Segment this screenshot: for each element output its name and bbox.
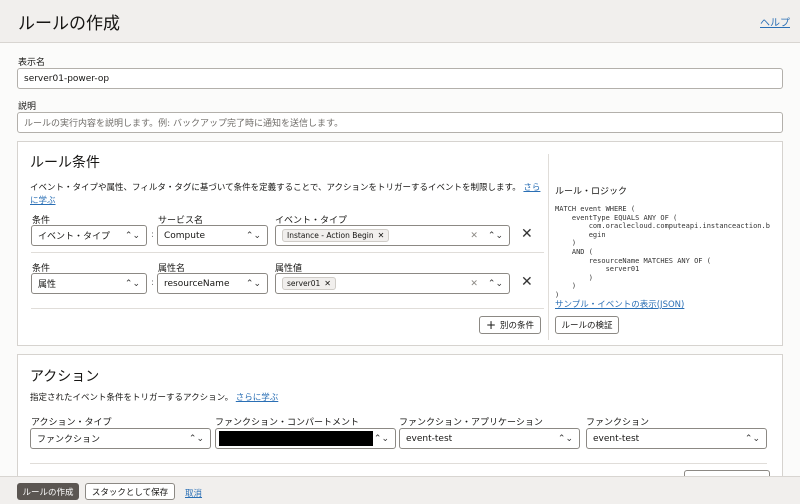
add-condition-button[interactable]: + 別の条件 — [479, 316, 541, 334]
function-application-label: ファンクション・アプリケーション — [399, 418, 543, 428]
rule-conditions-panel: ルール条件 イベント・タイプや属性、フィルタ・タグに基づいて条件を定義することで… — [17, 141, 783, 346]
function-compartment-label: ファンクション・コンパートメント — [215, 418, 360, 428]
save-as-stack-label: スタックとして保存 — [91, 487, 169, 498]
remove-tag-icon[interactable]: ✕ — [378, 231, 385, 240]
attribute-value-tag: server01 ✕ — [282, 277, 336, 290]
display-name-value: server01-power-op — [24, 73, 110, 84]
updown-chevron-icon: ⌃⌄ — [245, 230, 261, 241]
validate-rule-label: ルールの検証 — [561, 321, 613, 331]
learn-more-link[interactable]: さら — [523, 183, 540, 193]
actions-description-text: 指定されたイベント条件をトリガーするアクション。 — [30, 393, 234, 403]
logic-divider — [548, 154, 549, 340]
attribute-value-tag-label: server01 — [287, 279, 321, 288]
cancel-link[interactable]: 取消 — [185, 487, 202, 499]
service-name-select[interactable]: Compute ⌃⌄ — [157, 225, 268, 246]
row-divider — [30, 463, 767, 464]
condition-select-1-value: イベント・タイプ — [38, 232, 111, 242]
updown-chevron-icon: ⌃⌄ — [557, 433, 573, 444]
function-value: event-test — [593, 433, 640, 444]
updown-chevron-icon: ⌃⌄ — [188, 433, 204, 444]
description-label: 説明 — [18, 102, 37, 112]
remove-tag-icon[interactable]: ✕ — [324, 279, 331, 288]
actions-description: 指定されたイベント条件をトリガーするアクション。 さらに学ぶ — [30, 392, 278, 405]
row-divider — [31, 308, 544, 309]
remove-condition-2-icon[interactable]: ✕ — [521, 274, 533, 290]
page-header: ルールの作成 ヘルプ — [0, 0, 800, 43]
clear-icon[interactable]: ✕ — [470, 279, 478, 289]
rule-logic-title: ルール・ロジック — [555, 187, 628, 197]
actions-learn-more-link[interactable]: さらに学ぶ — [236, 393, 279, 403]
updown-chevron-icon: ⌃⌄ — [245, 278, 261, 289]
condition-select-2-value: 属性 — [38, 280, 57, 290]
updown-chevron-icon: ⌃⌄ — [373, 433, 389, 444]
footer-bar: ルールの作成 スタックとして保存 取消 — [0, 476, 800, 504]
actions-panel: アクション 指定されたイベント条件をトリガーするアクション。 さらに学ぶ アクシ… — [17, 354, 783, 484]
conditions-description-text: イベント・タイプや属性、フィルタ・タグに基づいて条件を定義することで、アクション… — [30, 183, 521, 193]
function-compartment-select[interactable]: ⌃⌄ — [215, 428, 396, 449]
action-type-value: ファンクション — [37, 435, 101, 445]
plus-icon: + — [485, 318, 497, 332]
conditions-title: ルール条件 — [30, 155, 100, 171]
attribute-value-multiselect[interactable]: server01 ✕ ✕ ⌃⌄ — [275, 273, 510, 294]
page-title: ルールの作成 — [18, 14, 120, 34]
display-name-input[interactable]: server01-power-op — [17, 68, 783, 89]
condition-select-1[interactable]: イベント・タイプ ⌃⌄ — [31, 225, 147, 246]
multiselect-controls: ✕ ⌃⌄ — [470, 279, 503, 289]
learn-more-link-cont[interactable]: に学ぶ — [30, 196, 56, 206]
updown-chevron-icon: ⌃⌄ — [487, 230, 503, 241]
function-label: ファンクション — [586, 418, 650, 428]
create-rule-button[interactable]: ルールの作成 — [17, 483, 79, 500]
help-link[interactable]: ヘルプ — [760, 14, 790, 29]
separator-colon: : — [151, 230, 155, 240]
attribute-name-select[interactable]: resourceName ⌃⌄ — [157, 273, 268, 294]
action-type-select[interactable]: ファンクション ⌃⌄ — [30, 428, 211, 449]
clear-icon[interactable]: ✕ — [470, 231, 478, 241]
action-type-label: アクション・タイプ — [31, 418, 112, 428]
updown-chevron-icon: ⌃⌄ — [744, 433, 760, 444]
conditions-description: イベント・タイプや属性、フィルタ・タグに基づいて条件を定義することで、アクション… — [30, 182, 540, 208]
updown-chevron-icon: ⌃⌄ — [124, 230, 140, 241]
rule-logic-code: MATCH event WHERE ( eventType EQUALS ANY… — [555, 205, 770, 299]
sample-event-link[interactable]: サンプル・イベントの表示(JSON) — [555, 298, 684, 310]
description-placeholder: ルールの実行内容を説明します。例: バックアップ完了時に通知を送信します。 — [24, 119, 344, 129]
add-condition-label: 別の条件 — [500, 321, 535, 331]
row-divider — [31, 252, 544, 253]
function-select[interactable]: event-test ⌃⌄ — [586, 428, 767, 449]
service-name-value: Compute — [164, 230, 206, 241]
updown-chevron-icon: ⌃⌄ — [487, 278, 503, 289]
event-type-multiselect[interactable]: Instance - Action Begin ✕ ✕ ⌃⌄ — [275, 225, 510, 246]
attribute-name-value: resourceName — [164, 278, 230, 289]
separator-colon: : — [151, 278, 155, 288]
redacted-value — [219, 431, 373, 446]
event-type-tag: Instance - Action Begin ✕ — [282, 229, 390, 242]
function-application-select[interactable]: event-test ⌃⌄ — [399, 428, 580, 449]
validate-rule-button[interactable]: ルールの検証 — [555, 316, 619, 334]
description-input[interactable]: ルールの実行内容を説明します。例: バックアップ完了時に通知を送信します。 — [17, 112, 783, 133]
actions-title: アクション — [30, 369, 100, 385]
condition-select-2[interactable]: 属性 ⌃⌄ — [31, 273, 147, 294]
remove-condition-1-icon[interactable]: ✕ — [521, 226, 533, 242]
save-as-stack-button[interactable]: スタックとして保存 — [85, 483, 175, 500]
display-name-label: 表示名 — [18, 58, 46, 68]
event-type-tag-label: Instance - Action Begin — [287, 231, 374, 240]
updown-chevron-icon: ⌃⌄ — [124, 278, 140, 289]
multiselect-controls: ✕ ⌃⌄ — [470, 231, 503, 241]
function-application-value: event-test — [406, 433, 453, 444]
